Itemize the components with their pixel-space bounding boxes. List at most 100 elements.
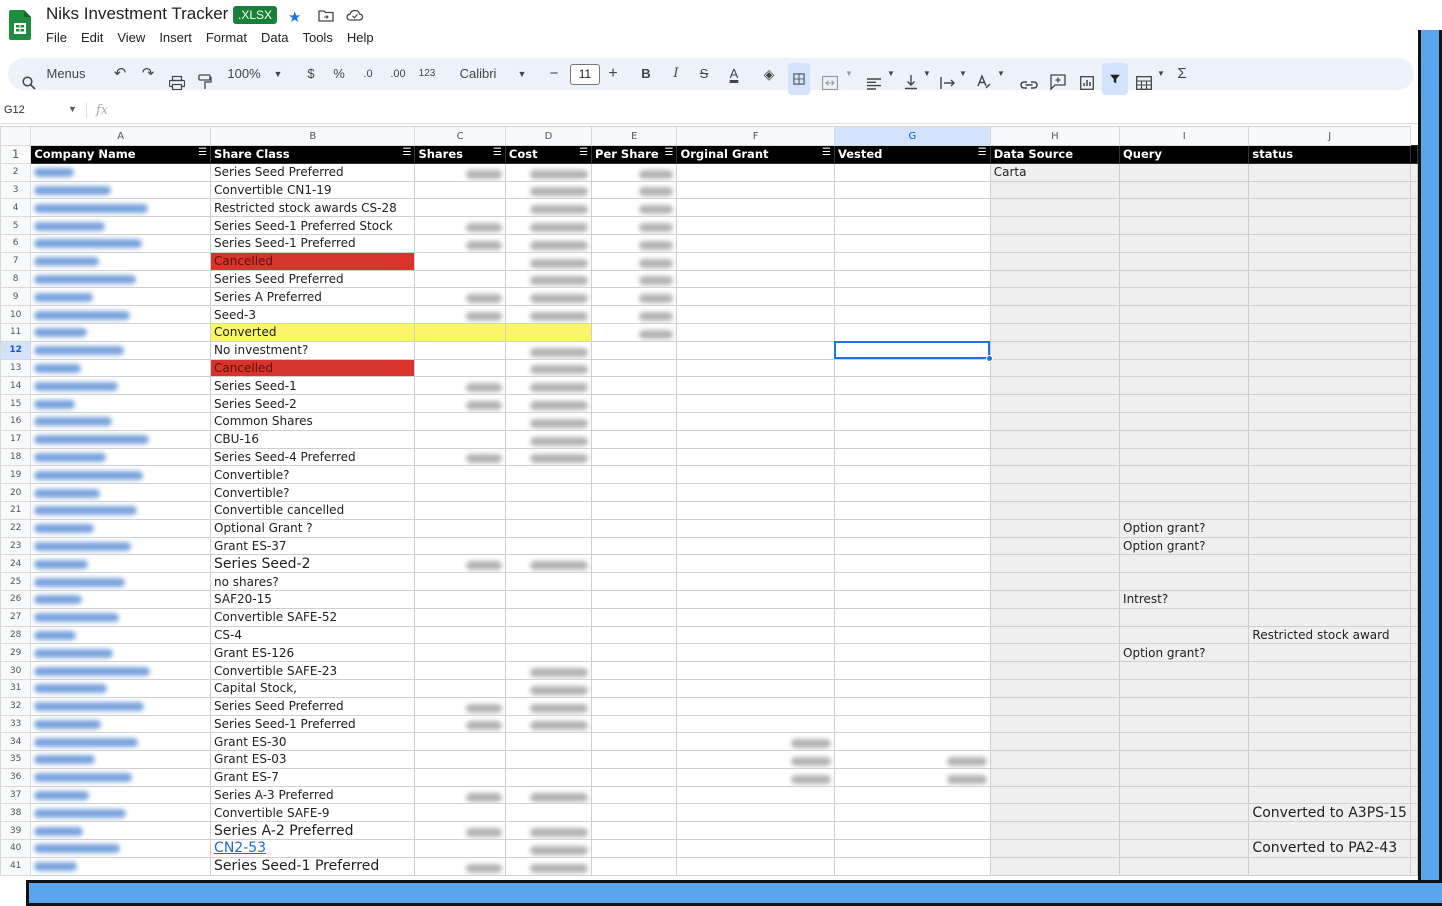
cell-shares[interactable] (414, 572, 506, 591)
zoom-chevron-down-icon[interactable]: ▼ (272, 58, 284, 90)
menu-edit[interactable]: Edit (81, 30, 103, 45)
cell-vested[interactable] (833, 803, 991, 823)
cell-extra[interactable] (1410, 661, 1418, 680)
cell-per-share[interactable] (591, 394, 678, 413)
cell-vested[interactable] (833, 251, 991, 271)
cell-company-name[interactable] (30, 429, 212, 449)
cell-per-share[interactable] (591, 216, 678, 235)
cell-company-name[interactable] (30, 500, 212, 520)
cell-shares[interactable] (414, 287, 506, 307)
cell-share-class[interactable]: Series Seed-2 (210, 394, 416, 413)
filter-icon[interactable]: ☰ (402, 147, 411, 158)
cell-company-name[interactable] (30, 767, 212, 787)
row-header[interactable]: 27 (0, 607, 32, 627)
cell-query[interactable] (1119, 554, 1250, 574)
cell-extra[interactable] (1410, 429, 1418, 449)
row-header[interactable]: 31 (0, 678, 32, 698)
row-header[interactable]: 13 (0, 358, 32, 378)
valign-chevron-down-icon[interactable]: ▼ (922, 58, 932, 90)
cell-original-grant[interactable] (676, 394, 835, 413)
cell-status[interactable] (1248, 589, 1411, 609)
cell-data-source[interactable] (989, 625, 1121, 645)
menu-file[interactable]: File (46, 30, 67, 45)
cell-query[interactable] (1119, 376, 1250, 396)
cell-cost[interactable] (504, 750, 593, 769)
cell-per-share[interactable] (591, 500, 678, 520)
functions-button[interactable]: Σ (1174, 58, 1190, 90)
cell-share-class[interactable]: Convertible cancelled (210, 500, 416, 520)
cell-per-share[interactable] (591, 554, 678, 574)
cell-vested[interactable] (833, 661, 991, 680)
cell-data-source[interactable] (989, 661, 1121, 680)
cell-data-source[interactable] (989, 411, 1121, 431)
cell-query[interactable] (1119, 198, 1250, 218)
cell-data-source[interactable] (989, 767, 1121, 787)
cell-per-share[interactable] (591, 376, 678, 396)
cell-cost[interactable] (504, 447, 593, 467)
text-color-button[interactable]: A (724, 58, 744, 90)
row-header[interactable]: 26 (0, 589, 32, 609)
cell-cost[interactable] (504, 269, 593, 289)
cell-original-grant[interactable] (676, 251, 835, 271)
cell-extra[interactable] (1410, 607, 1418, 627)
cell-per-share[interactable] (591, 483, 678, 502)
cell-extra[interactable] (1410, 732, 1418, 752)
cell-cost[interactable] (504, 340, 593, 360)
cell-status[interactable] (1248, 732, 1411, 752)
italic-button[interactable]: I (668, 58, 684, 90)
vertical-align-icon[interactable] (904, 66, 918, 98)
menu-view[interactable]: View (117, 30, 145, 45)
cell-query[interactable] (1119, 162, 1250, 182)
cell-company-name[interactable] (30, 643, 212, 663)
cell-per-share[interactable] (591, 732, 678, 752)
cell-extra[interactable] (1410, 856, 1418, 876)
cell-company-name[interactable] (30, 803, 212, 823)
cell-status[interactable] (1248, 714, 1411, 734)
cell-shares[interactable] (414, 839, 506, 858)
cell-extra[interactable] (1410, 269, 1418, 289)
cell-shares[interactable] (414, 821, 506, 841)
cell-original-grant[interactable] (676, 714, 835, 734)
cell-original-grant[interactable] (676, 305, 835, 324)
cell-query[interactable]: Option grant? (1119, 518, 1250, 538)
font-size-decrease-button[interactable]: − (546, 58, 562, 90)
cell-query[interactable] (1119, 856, 1250, 876)
cell-status[interactable] (1248, 696, 1411, 716)
name-box[interactable]: G12 (4, 104, 25, 116)
cell-status[interactable] (1248, 767, 1411, 787)
cell-original-grant[interactable] (676, 536, 835, 556)
cell-extra[interactable] (1410, 767, 1418, 787)
row-header[interactable]: 25 (0, 572, 32, 591)
cell-query[interactable] (1119, 322, 1250, 342)
cell-status[interactable] (1248, 180, 1411, 200)
cell-original-grant[interactable] (676, 411, 835, 431)
column-header-b[interactable]: B (210, 126, 416, 146)
cell-shares[interactable] (414, 732, 506, 752)
cell-status[interactable] (1248, 305, 1411, 324)
cell-vested[interactable] (833, 696, 991, 716)
row-header[interactable]: 34 (0, 732, 32, 752)
row-header[interactable]: 17 (0, 429, 32, 449)
row-header[interactable]: 30 (0, 661, 32, 680)
header-share-class[interactable]: Share Class ☰ (210, 145, 416, 164)
cell-original-grant[interactable] (676, 856, 835, 876)
bold-button[interactable]: B (638, 58, 654, 90)
cell-vested[interactable] (833, 305, 991, 324)
cell-data-source[interactable] (989, 714, 1121, 734)
font-select[interactable]: Calibri (454, 58, 502, 90)
cell-cost[interactable] (504, 767, 593, 787)
borders-icon[interactable] (788, 63, 810, 95)
cell-extra[interactable] (1410, 233, 1418, 253)
cell-cost[interactable] (504, 411, 593, 431)
cell-vested[interactable] (833, 572, 991, 591)
cell-per-share[interactable] (591, 803, 678, 823)
cell-extra[interactable] (1410, 625, 1418, 645)
cell-data-source[interactable] (989, 589, 1121, 609)
cell-status[interactable] (1248, 447, 1411, 467)
cell-vested[interactable] (833, 180, 991, 200)
cell-shares[interactable] (414, 678, 506, 698)
cell-vested[interactable] (833, 429, 991, 449)
redo-icon[interactable]: ↷ (138, 58, 158, 90)
cell-shares[interactable] (414, 625, 506, 645)
cell-extra[interactable] (1410, 251, 1418, 271)
